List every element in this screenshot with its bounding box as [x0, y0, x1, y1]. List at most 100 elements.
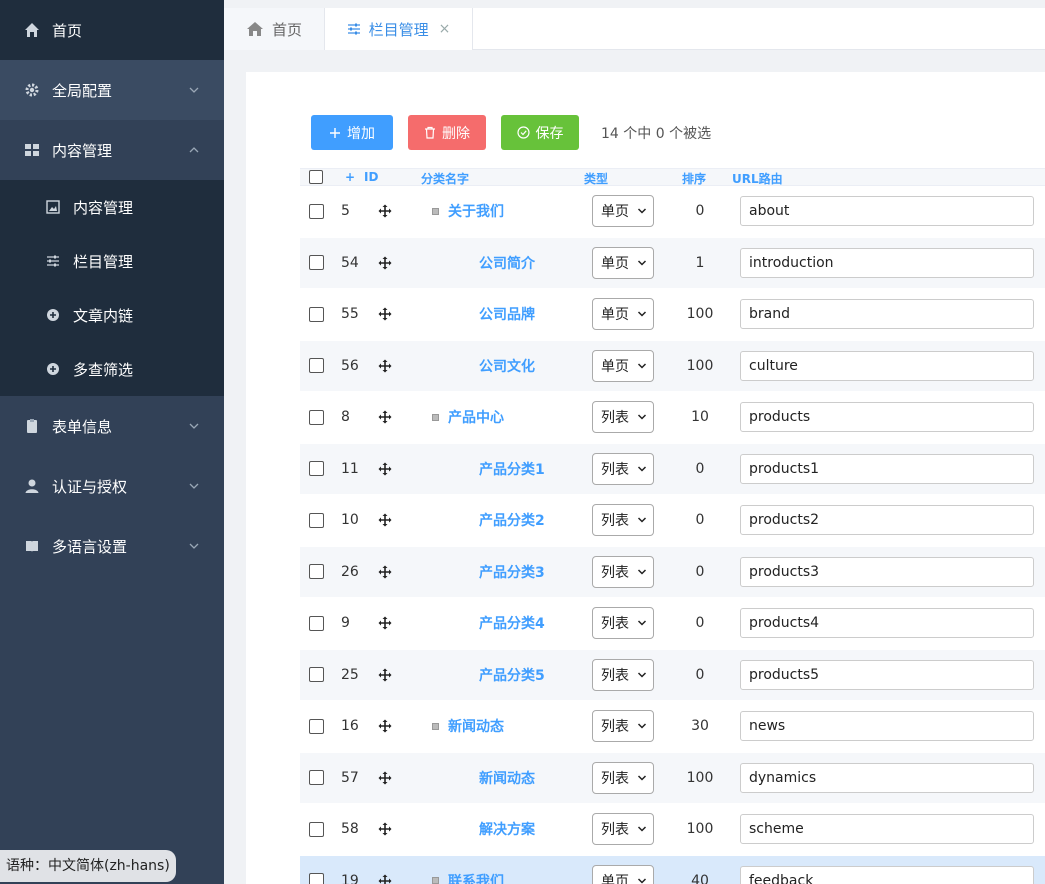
sidebar-item-form-info[interactable]: 表单信息 — [0, 396, 224, 456]
drag-handle-icon[interactable] — [378, 650, 392, 701]
drag-handle-icon[interactable] — [378, 804, 392, 855]
type-select[interactable]: 列表 — [592, 761, 654, 794]
sidebar-subitem-content[interactable]: 内容管理 — [0, 180, 224, 234]
table-row[interactable]: 26 产品分类3 列表 0 products3 — [300, 546, 1045, 598]
tab-column-mgmt[interactable]: 栏目管理 × — [325, 8, 473, 50]
add-button[interactable]: 增加 — [311, 115, 393, 150]
tree-node-icon[interactable] — [432, 722, 439, 730]
row-checkbox[interactable] — [309, 753, 324, 804]
sidebar-item-global-config[interactable]: 全局配置 — [0, 60, 224, 120]
header-expand[interactable]: + — [345, 170, 355, 184]
row-checkbox[interactable] — [309, 701, 324, 752]
table-row[interactable]: 54 公司简介 单页 1 introduction — [300, 237, 1045, 289]
url-input[interactable]: about — [740, 196, 1034, 227]
row-name[interactable]: 产品中心 — [432, 392, 504, 443]
type-select[interactable]: 列表 — [592, 504, 654, 537]
table-row[interactable]: 56 公司文化 单页 100 culture — [300, 340, 1045, 392]
url-input[interactable]: brand — [740, 299, 1034, 330]
delete-button[interactable]: 删除 — [408, 115, 486, 150]
sidebar-subitem-article-link[interactable]: 文章内链 — [0, 288, 224, 342]
table-row[interactable]: 25 产品分类5 列表 0 products5 — [300, 649, 1045, 701]
url-input[interactable]: products3 — [740, 556, 1034, 587]
row-name[interactable]: 新闻动态 — [479, 753, 535, 804]
tree-node-icon[interactable] — [432, 207, 439, 215]
url-input[interactable]: feedback — [740, 865, 1034, 884]
drag-handle-icon[interactable] — [378, 444, 392, 495]
type-select[interactable]: 列表 — [592, 452, 654, 485]
row-checkbox[interactable] — [309, 804, 324, 855]
url-input[interactable]: news — [740, 711, 1034, 742]
row-name[interactable]: 产品分类1 — [479, 444, 545, 495]
url-input[interactable]: products1 — [740, 453, 1034, 484]
sidebar-subitem-column[interactable]: 栏目管理 — [0, 234, 224, 288]
url-input[interactable]: culture — [740, 350, 1034, 381]
table-row[interactable]: 11 产品分类1 列表 0 products1 — [300, 443, 1045, 495]
row-checkbox[interactable] — [309, 547, 324, 598]
drag-handle-icon[interactable] — [378, 392, 392, 443]
drag-handle-icon[interactable] — [378, 701, 392, 752]
tree-node-icon[interactable] — [432, 877, 439, 884]
row-checkbox[interactable] — [309, 856, 324, 884]
drag-handle-icon[interactable] — [378, 289, 392, 340]
url-input[interactable]: scheme — [740, 814, 1034, 845]
drag-handle-icon[interactable] — [378, 238, 392, 289]
sidebar-item-home[interactable]: 首页 — [0, 0, 224, 60]
row-name[interactable]: 联系我们 — [432, 856, 504, 884]
close-icon[interactable]: × — [439, 21, 451, 37]
sidebar-item-auth[interactable]: 认证与授权 — [0, 456, 224, 516]
drag-handle-icon[interactable] — [378, 186, 392, 237]
type-select[interactable]: 列表 — [592, 607, 654, 640]
type-select[interactable]: 列表 — [592, 813, 654, 846]
type-select[interactable]: 单页 — [592, 246, 654, 279]
row-checkbox[interactable] — [309, 392, 324, 443]
table-row[interactable]: 58 解决方案 列表 100 scheme — [300, 804, 1045, 856]
row-checkbox[interactable] — [309, 495, 324, 546]
drag-handle-icon[interactable] — [378, 598, 392, 649]
row-name[interactable]: 公司文化 — [479, 341, 535, 392]
row-name[interactable]: 关于我们 — [432, 186, 504, 237]
table-row[interactable]: 10 产品分类2 列表 0 products2 — [300, 495, 1045, 547]
row-name[interactable]: 产品分类5 — [479, 650, 545, 701]
url-input[interactable]: products5 — [740, 659, 1034, 690]
row-checkbox[interactable] — [309, 444, 324, 495]
type-select[interactable]: 单页 — [592, 195, 654, 228]
table-row[interactable]: 19 联系我们 单页 40 feedback — [300, 855, 1045, 884]
table-row[interactable]: 8 产品中心 列表 10 products — [300, 392, 1045, 444]
type-select[interactable]: 列表 — [592, 401, 654, 434]
row-name[interactable]: 解决方案 — [479, 804, 535, 855]
url-input[interactable]: products4 — [740, 608, 1034, 639]
row-name[interactable]: 新闻动态 — [432, 701, 504, 752]
url-input[interactable]: products2 — [740, 505, 1034, 536]
row-name[interactable]: 公司简介 — [479, 238, 535, 289]
table-row[interactable]: 57 新闻动态 列表 100 dynamics — [300, 752, 1045, 804]
sidebar-item-lang-settings[interactable]: 多语言设置 — [0, 516, 224, 576]
drag-handle-icon[interactable] — [378, 547, 392, 598]
tab-home[interactable]: 首页 — [224, 8, 325, 50]
drag-handle-icon[interactable] — [378, 753, 392, 804]
row-checkbox[interactable] — [309, 238, 324, 289]
row-checkbox[interactable] — [309, 186, 324, 237]
sidebar-item-content-mgmt[interactable]: 内容管理 — [0, 120, 224, 180]
row-name[interactable]: 产品分类4 — [479, 598, 545, 649]
save-button[interactable]: 保存 — [501, 115, 579, 150]
row-checkbox[interactable] — [309, 289, 324, 340]
type-select[interactable]: 单页 — [592, 349, 654, 382]
table-row[interactable]: 9 产品分类4 列表 0 products4 — [300, 598, 1045, 650]
type-select[interactable]: 列表 — [592, 658, 654, 691]
url-input[interactable]: products — [740, 402, 1034, 433]
url-input[interactable]: dynamics — [740, 762, 1034, 793]
row-checkbox[interactable] — [309, 341, 324, 392]
type-select[interactable]: 列表 — [592, 710, 654, 743]
url-input[interactable]: introduction — [740, 247, 1034, 278]
row-name[interactable]: 产品分类2 — [479, 495, 545, 546]
row-checkbox[interactable] — [309, 650, 324, 701]
row-name[interactable]: 公司品牌 — [479, 289, 535, 340]
row-checkbox[interactable] — [309, 598, 324, 649]
table-row[interactable]: 16 新闻动态 列表 30 news — [300, 701, 1045, 753]
row-name[interactable]: 产品分类3 — [479, 547, 545, 598]
drag-handle-icon[interactable] — [378, 856, 392, 884]
type-select[interactable]: 单页 — [592, 298, 654, 331]
type-select[interactable]: 列表 — [592, 555, 654, 588]
drag-handle-icon[interactable] — [378, 341, 392, 392]
table-row[interactable]: 55 公司品牌 单页 100 brand — [300, 289, 1045, 341]
